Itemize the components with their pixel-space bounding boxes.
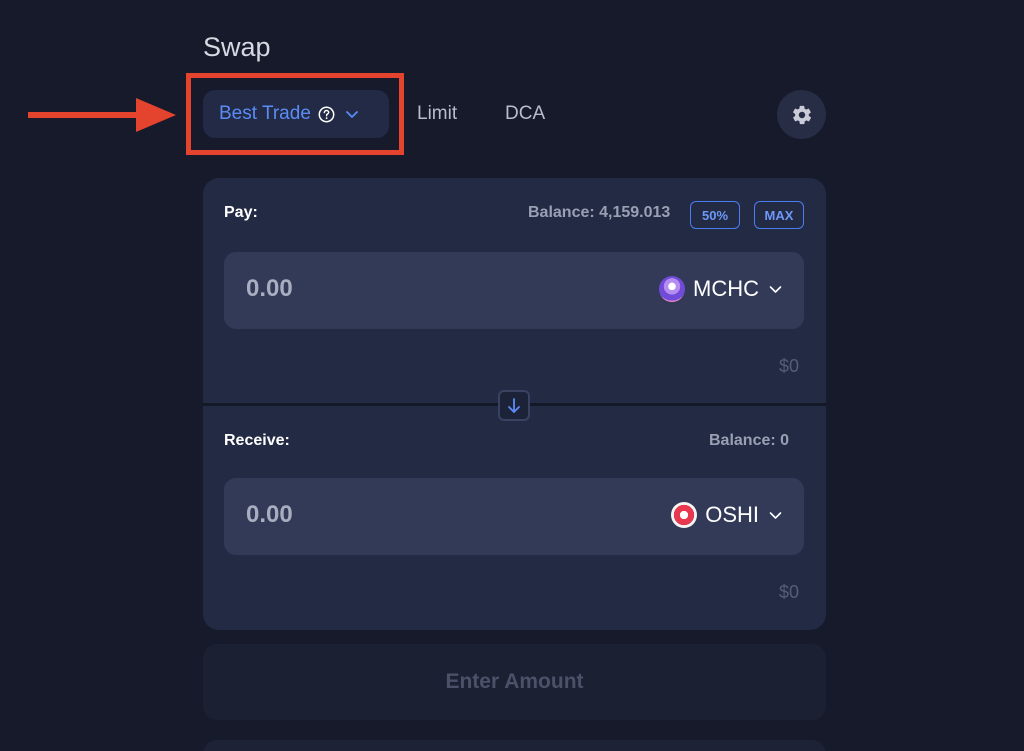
receive-label: Receive: xyxy=(224,432,290,449)
pay-usd-value: $0 xyxy=(779,356,800,376)
best-trade-dropdown[interactable]: Best Trade xyxy=(203,90,389,138)
pay-amount-input[interactable] xyxy=(246,275,526,303)
red-arrow-icon xyxy=(28,98,176,132)
receive-amount-box: OSHI xyxy=(224,478,804,555)
oshi-token-icon xyxy=(671,502,698,528)
settings-button[interactable] xyxy=(777,90,826,139)
chevron-down-icon xyxy=(769,285,782,294)
pay-token-select[interactable]: MCHC xyxy=(659,276,782,302)
arrow-down-icon xyxy=(508,397,520,413)
receive-balance: Balance: 0 xyxy=(709,432,790,449)
chevron-down-icon xyxy=(345,109,359,119)
pay-token-name: MCHC xyxy=(693,276,759,301)
question-circle-icon[interactable] xyxy=(318,106,335,123)
receive-token-name: OSHI xyxy=(705,502,759,527)
best-trade-label: Best Trade xyxy=(219,103,311,124)
receive-token-select[interactable]: OSHI xyxy=(671,502,782,528)
page-title: Swap xyxy=(203,32,271,62)
pay-amount-box: MCHC xyxy=(224,252,804,329)
chevron-down-icon xyxy=(769,511,782,520)
enter-amount-button[interactable]: Enter Amount xyxy=(203,644,826,720)
receive-amount-input[interactable] xyxy=(246,501,526,529)
tab-dca[interactable]: DCA xyxy=(505,103,545,125)
bottom-panel xyxy=(203,740,826,751)
tab-limit[interactable]: Limit xyxy=(417,103,457,125)
pay-balance: Balance: 4,159.013 xyxy=(528,204,671,221)
flip-tokens-button[interactable] xyxy=(498,390,530,421)
half-button[interactable]: 50% xyxy=(690,201,740,229)
receive-usd-value: $0 xyxy=(779,582,800,602)
gear-icon xyxy=(792,105,811,124)
pay-label: Pay: xyxy=(224,204,258,221)
max-button[interactable]: MAX xyxy=(754,201,804,229)
mchc-token-icon xyxy=(659,276,685,302)
